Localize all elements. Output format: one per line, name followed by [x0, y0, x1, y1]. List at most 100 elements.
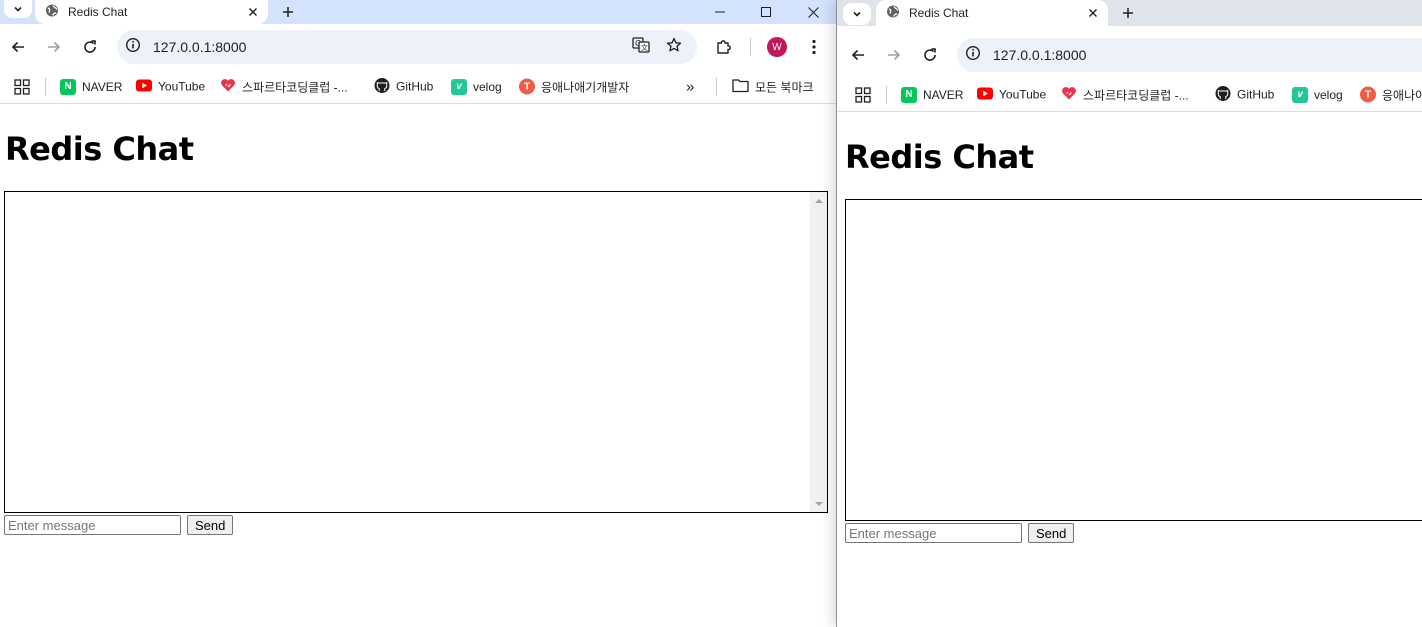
apps-button[interactable] [855, 86, 871, 103]
reload-button[interactable] [76, 33, 104, 61]
url-text: 127.0.0.1:8000 [153, 39, 247, 55]
browser-toolbar: 127.0.0.1:8000 [837, 32, 1422, 78]
close-window-button[interactable] [790, 0, 836, 24]
bookmark-youtube[interactable]: YouTube [977, 87, 1046, 102]
arrow-right-icon [888, 49, 901, 61]
folder-icon [732, 78, 749, 95]
bookmarks-overflow-button[interactable]: » [686, 78, 694, 95]
blog-icon: T [1360, 86, 1376, 103]
naver-icon: N [60, 78, 76, 95]
github-icon [1215, 85, 1231, 104]
close-tab-icon[interactable] [246, 5, 260, 19]
svg-text:文: 文 [641, 43, 648, 52]
scroll-down-arrow[interactable] [810, 495, 827, 512]
back-button[interactable] [844, 41, 872, 69]
bookmark-label: 스파르타코딩클럽 -... [1083, 88, 1189, 102]
star-icon[interactable] [666, 37, 682, 57]
bookmark-label: 모든 북마크 [755, 80, 814, 94]
bookmark-label: 응애나애기개발자 [541, 80, 630, 94]
bookmark-sparta[interactable]: 스파르타코딩클럽 -... [220, 77, 348, 96]
scroll-up-arrow[interactable] [810, 192, 827, 209]
tab-redis-chat[interactable]: Redis Chat [876, 0, 1108, 26]
browser-toolbar: 127.0.0.1:8000 G文 W [0, 24, 836, 70]
maximize-button[interactable] [743, 0, 789, 24]
address-bar[interactable]: 127.0.0.1:8000 [957, 38, 1422, 72]
info-icon[interactable] [125, 37, 141, 57]
puzzle-icon [717, 40, 731, 54]
bookmark-naver[interactable]: N NAVER [60, 78, 123, 95]
bookmark-label: YouTube [158, 79, 206, 94]
minimize-button[interactable] [697, 0, 743, 24]
bookmark-github[interactable]: GitHub [374, 77, 433, 96]
chat-messages-box[interactable] [845, 199, 1422, 521]
bookmarks-divider [886, 85, 887, 104]
bookmark-label: NAVER [923, 87, 964, 102]
send-button[interactable]: Send [1028, 523, 1075, 543]
new-tab-button[interactable] [1118, 3, 1138, 23]
bookmark-label: NAVER [82, 79, 123, 94]
bookmarks-divider [45, 77, 46, 96]
bookmark-youtube[interactable]: YouTube [136, 79, 205, 94]
tab-title: Redis Chat [68, 5, 128, 19]
page-title: Redis Chat [5, 130, 194, 168]
menu-button[interactable] [800, 33, 828, 61]
forward-button[interactable] [880, 41, 908, 69]
reload-icon [84, 40, 96, 53]
maximize-icon [761, 7, 771, 17]
chat-scrollbar[interactable] [810, 192, 827, 512]
translate-icon[interactable]: G文 [632, 36, 650, 58]
tab-search-button[interactable] [4, 0, 32, 18]
page-title: Redis Chat [845, 138, 1034, 176]
globe-icon [886, 4, 900, 23]
bookmark-github[interactable]: GitHub [1215, 85, 1274, 104]
globe-icon [45, 3, 59, 22]
chevron-down-icon [14, 6, 22, 12]
arrow-right-icon [48, 41, 61, 53]
browser-window-left: Redis Chat 127.0.0.1:8000 G 文 W N NAVER … [0, 0, 836, 627]
bookmarks-bar: N NAVER YouTube 스파르타코딩클럽 -... GitHub v v… [0, 70, 836, 104]
back-button[interactable] [4, 33, 32, 61]
tab-strip: Redis Chat [0, 0, 836, 24]
plus-icon [283, 7, 293, 17]
message-input[interactable] [845, 523, 1022, 543]
bookmark-blog[interactable]: T 응애나애기개발자 [519, 78, 629, 95]
extensions-button[interactable] [710, 33, 738, 61]
tab-strip: Redis Chat [837, 0, 1422, 26]
new-tab-button[interactable] [278, 2, 298, 22]
bookmark-naver[interactable]: N NAVER [901, 86, 964, 103]
desktop: Redis Chat 127.0.0.1:8000 G 文 W N NAVER … [0, 0, 1422, 627]
bookmark-label: YouTube [999, 87, 1047, 102]
message-input[interactable] [4, 515, 181, 535]
plus-icon [1123, 8, 1133, 18]
bookmark-sparta[interactable]: 스파르타코딩클럽 -... [1061, 85, 1189, 104]
chat-messages-box[interactable] [4, 191, 828, 513]
toolbar-divider [750, 38, 751, 56]
youtube-icon [977, 87, 993, 102]
reload-icon [924, 48, 936, 61]
bookmark-label: velog [1314, 87, 1343, 102]
page-content: Redis Chat Send [0, 105, 836, 627]
browser-window-right: Redis Chat 127.0.0.1:8000 N NAVER YouTub… [837, 0, 1422, 627]
bookmark-label: GitHub [396, 79, 434, 94]
blog-icon: T [519, 78, 535, 95]
bookmark-velog[interactable]: v velog [451, 78, 502, 95]
message-input-row: Send [845, 523, 1075, 543]
minimize-icon [715, 11, 725, 13]
send-button[interactable]: Send [187, 515, 234, 535]
profile-avatar[interactable]: W [767, 37, 787, 57]
address-bar[interactable]: 127.0.0.1:8000 G文 [117, 30, 697, 64]
forward-button[interactable] [40, 33, 68, 61]
all-bookmarks-button[interactable]: 모든 북마크 [732, 78, 814, 95]
apps-button[interactable] [14, 78, 30, 95]
bookmark-velog[interactable]: v velog [1292, 86, 1343, 103]
url-text: 127.0.0.1:8000 [993, 47, 1087, 63]
reload-button[interactable] [916, 41, 944, 69]
info-icon[interactable] [965, 45, 981, 65]
chevron-down-icon [853, 11, 861, 17]
tab-search-button[interactable] [843, 3, 871, 25]
tab-redis-chat[interactable]: Redis Chat [35, 0, 268, 24]
bookmark-blog[interactable]: T 응애나아 [1360, 86, 1422, 103]
close-tab-icon[interactable] [1086, 6, 1100, 20]
more-vert-icon [812, 39, 816, 55]
sparta-icon [1061, 85, 1077, 104]
